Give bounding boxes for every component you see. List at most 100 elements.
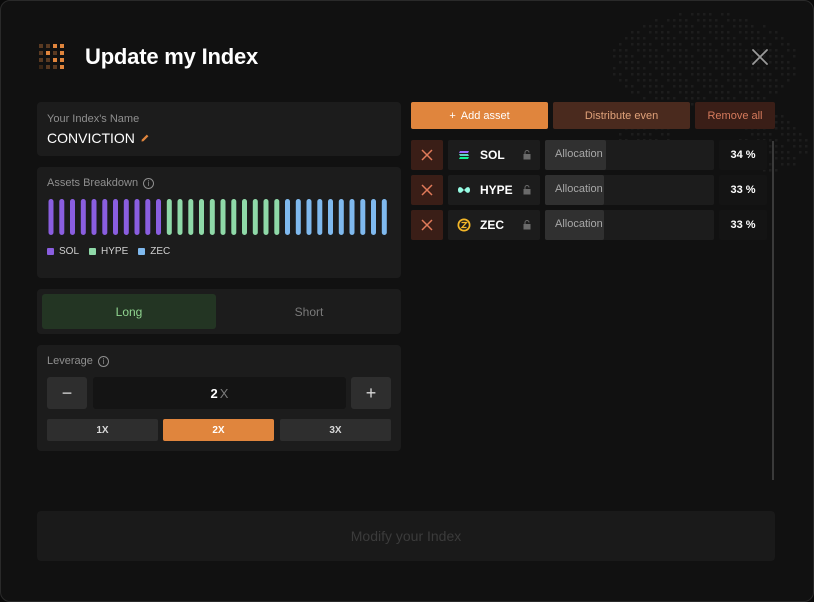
breakdown-bar-hype bbox=[252, 199, 258, 235]
distribute-even-button[interactable]: Distribute even bbox=[553, 102, 690, 129]
allocation-percent-input[interactable]: 33 % bbox=[719, 210, 767, 240]
breakdown-bar-zec bbox=[381, 199, 387, 235]
lock-icon[interactable] bbox=[523, 220, 531, 230]
legend-item-sol: SOL bbox=[47, 246, 79, 257]
allocation-label: Allocation bbox=[555, 183, 603, 195]
breakdown-bar-sol bbox=[70, 199, 75, 235]
index-name-label: Your Index's Name bbox=[47, 113, 140, 125]
allocation-percent-input[interactable]: 33 % bbox=[719, 175, 767, 205]
breakdown-bar-hype bbox=[231, 199, 237, 235]
lock-icon[interactable] bbox=[523, 185, 531, 195]
breakdown-bar-zec bbox=[317, 199, 323, 235]
legend-swatch-sol bbox=[47, 248, 54, 255]
legend-item-hype: HYPE bbox=[89, 246, 128, 257]
pencil-icon[interactable] bbox=[140, 133, 150, 143]
allocation-slider[interactable]: Allocation bbox=[545, 210, 714, 240]
breakdown-bar-sol bbox=[48, 199, 54, 235]
close-icon bbox=[421, 219, 433, 231]
remove-asset-button[interactable] bbox=[411, 175, 443, 205]
breakdown-bar-zec bbox=[338, 199, 344, 235]
asset-selector[interactable]: ZEC bbox=[448, 210, 540, 240]
breakdown-bar-zec bbox=[328, 199, 333, 235]
legend-label-hype: HYPE bbox=[101, 246, 129, 257]
close-icon[interactable] bbox=[750, 47, 770, 67]
legend-label-zec: ZEC bbox=[150, 246, 171, 257]
allocation-label: Allocation bbox=[555, 218, 603, 230]
asset-row: HYPE Allocation 33 % bbox=[411, 175, 767, 205]
add-asset-button[interactable]: + Add asset bbox=[411, 102, 548, 129]
breakdown-bar-hype bbox=[220, 199, 226, 235]
breakdown-bar-zec bbox=[360, 199, 366, 235]
breakdown-bar-sol bbox=[123, 199, 129, 235]
increase-leverage-button[interactable]: + bbox=[351, 377, 391, 409]
info-icon[interactable]: i bbox=[97, 355, 109, 367]
long-button[interactable]: Long bbox=[42, 294, 216, 329]
breakdown-bar-sol bbox=[134, 199, 140, 235]
leverage-input[interactable]: 2 X bbox=[93, 377, 346, 409]
breakdown-bar-hype bbox=[199, 199, 204, 235]
close-icon bbox=[421, 149, 433, 161]
breakdown-bar-hype bbox=[209, 199, 215, 235]
asset-list-scrollbar[interactable] bbox=[772, 141, 774, 480]
remove-asset-button[interactable] bbox=[411, 210, 443, 240]
breakdown-bar-sol bbox=[80, 199, 86, 235]
breakdown-bar-hype bbox=[242, 199, 247, 235]
allocation-slider[interactable]: Allocation bbox=[545, 175, 714, 205]
legend-swatch-hype bbox=[89, 248, 97, 255]
modify-index-button[interactable]: Modify your Index bbox=[37, 511, 775, 561]
asset-selector[interactable]: HYPE bbox=[448, 175, 540, 205]
breakdown-bar-hype bbox=[263, 199, 269, 235]
leverage-preset-2x[interactable]: 2X bbox=[163, 419, 274, 441]
breakdown-bar-sol bbox=[145, 199, 151, 235]
app-logo-icon bbox=[39, 44, 64, 69]
breakdown-bar-zec bbox=[295, 199, 301, 235]
lock-icon[interactable] bbox=[523, 150, 531, 160]
allocation-label: Allocation bbox=[555, 148, 603, 160]
breakdown-bar-zec bbox=[371, 199, 376, 235]
solana-logo-icon bbox=[459, 151, 469, 159]
asset-ticker: SOL bbox=[480, 148, 505, 162]
asset-row: SOL Allocation 34 % bbox=[411, 140, 767, 170]
add-asset-label: Add asset bbox=[460, 109, 510, 122]
short-button[interactable]: Short bbox=[222, 294, 396, 329]
direction-toggle: Long Short bbox=[37, 289, 401, 334]
breakdown-bar-zec bbox=[349, 199, 355, 235]
plus-icon: + bbox=[449, 109, 456, 122]
info-icon[interactable]: i bbox=[143, 177, 155, 189]
remove-asset-button[interactable] bbox=[411, 140, 443, 170]
update-index-modal: Update my Index Your Index's Name CONVIC… bbox=[0, 0, 814, 602]
breakdown-bar-sol bbox=[59, 199, 65, 235]
leverage-label: Leverage bbox=[47, 355, 93, 367]
asset-ticker: HYPE bbox=[480, 183, 513, 197]
leverage-preset-1x[interactable]: 1X bbox=[47, 419, 158, 441]
legend-label-sol: SOL bbox=[59, 246, 80, 257]
leverage-panel: Leverage i − 2 X + 1X 2X 3X bbox=[37, 345, 401, 451]
index-name-panel: Your Index's Name CONVICTION bbox=[37, 102, 401, 156]
assets-breakdown-panel: Assets Breakdown i SOL HYPE ZEC bbox=[37, 167, 401, 278]
index-name-value[interactable]: CONVICTION bbox=[47, 130, 135, 146]
breakdown-bar-sol bbox=[156, 199, 161, 235]
index-name-field[interactable]: CONVICTION bbox=[47, 130, 150, 146]
legend-item-zec: ZEC bbox=[138, 246, 170, 257]
legend-swatch-zec bbox=[138, 248, 146, 255]
decrease-leverage-button[interactable]: − bbox=[47, 377, 87, 409]
zcash-logo-icon bbox=[457, 218, 471, 232]
allocation-slider[interactable]: Allocation bbox=[545, 140, 714, 170]
remove-all-button[interactable]: Remove all bbox=[695, 102, 775, 129]
breakdown-bars bbox=[48, 199, 387, 235]
allocation-percent-input[interactable]: 34 % bbox=[719, 140, 767, 170]
breakdown-legend: SOL HYPE ZEC bbox=[47, 246, 170, 257]
breakdown-bar-hype bbox=[274, 199, 280, 235]
assets-breakdown-label: Assets Breakdown bbox=[47, 177, 139, 189]
breakdown-bar-hype bbox=[177, 199, 183, 235]
hyperliquid-logo-icon bbox=[458, 187, 470, 193]
asset-ticker: ZEC bbox=[480, 218, 504, 232]
breakdown-bar-hype bbox=[188, 199, 194, 235]
breakdown-bar-sol bbox=[113, 199, 118, 235]
breakdown-bar-hype bbox=[166, 199, 172, 235]
asset-selector[interactable]: SOL bbox=[448, 140, 540, 170]
breakdown-bar-sol bbox=[102, 199, 108, 235]
leverage-preset-3x[interactable]: 3X bbox=[280, 419, 391, 441]
modal-title: Update my Index bbox=[85, 44, 259, 69]
asset-row: ZEC Allocation 33 % bbox=[411, 210, 767, 240]
